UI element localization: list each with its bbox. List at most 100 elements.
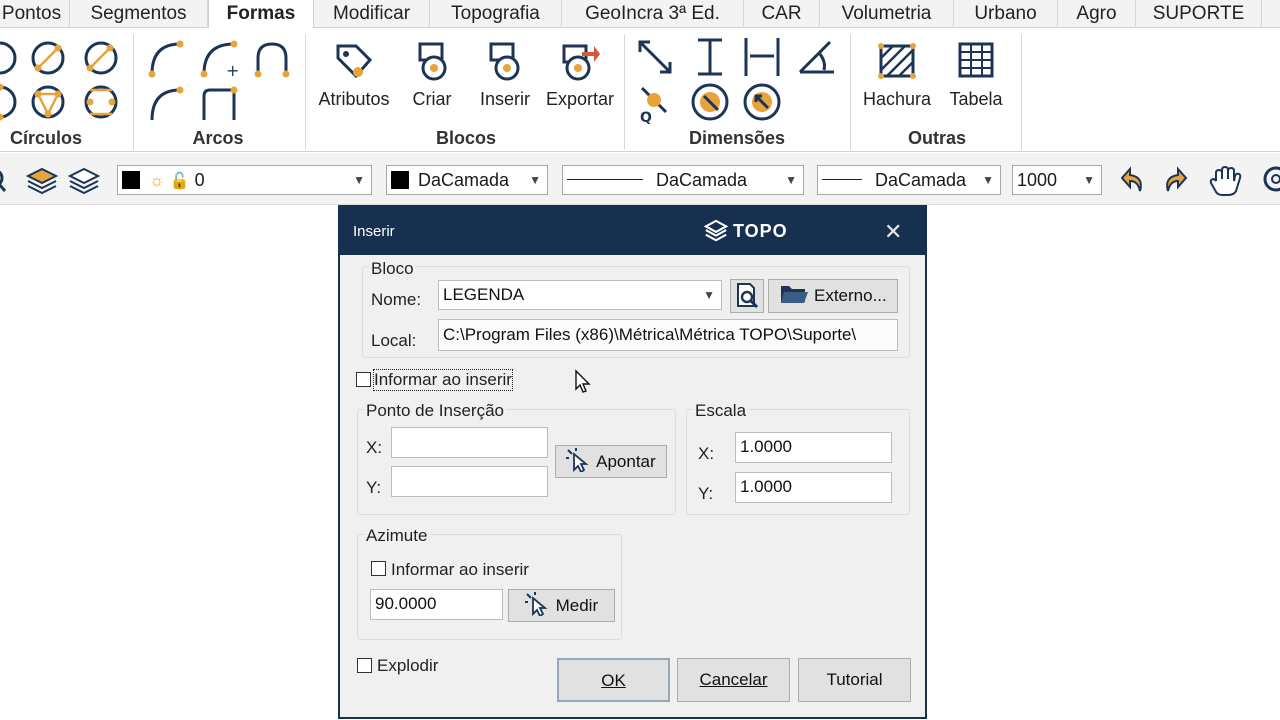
group-divider [624, 34, 625, 150]
escala-y-label: Y: [698, 484, 714, 503]
ok-button[interactable]: OK [557, 658, 670, 702]
nome-select[interactable]: LEGENDA ▼ [438, 280, 722, 310]
group-label-circulos: Círculos [9, 128, 83, 148]
tab-formas[interactable]: Formas [208, 0, 314, 29]
ponto-x-input[interactable] [391, 427, 548, 458]
tab-pontos[interactable]: Pontos [0, 0, 70, 28]
local-label: Local: [371, 331, 417, 350]
ponto-y-input[interactable] [391, 466, 548, 497]
pick-point-icon [524, 592, 548, 618]
azimute-informar-label[interactable]: Informar ao inserir [391, 560, 529, 580]
tab-agro[interactable]: Agro [1058, 0, 1136, 28]
pick-point-icon [566, 448, 589, 474]
block-export-icon [562, 44, 600, 81]
group-label-dimensoes: Dimensões [688, 128, 786, 148]
lock-icon: 🔓 [169, 173, 190, 190]
tabela-button[interactable]: Tabela [944, 40, 1008, 110]
properties-toolbar: ☼ 🔓 0 ▼ DaCamada ▼ DaCamada ▼ DaCamada ▼… [0, 153, 1280, 205]
close-icon[interactable]: ✕ [884, 219, 902, 245]
dialog-brand: TOPO [733, 221, 788, 241]
atributos-button[interactable]: Atributos [314, 40, 394, 110]
group-divider [305, 34, 306, 150]
lineweight-select[interactable]: DaCamada ▼ [817, 165, 1001, 195]
undo-icon[interactable] [1118, 165, 1150, 197]
block-create-icon [418, 42, 447, 81]
layer-color-swatch [122, 171, 140, 189]
lineweight-value: DaCamada [875, 170, 967, 190]
hatch-icon [878, 43, 916, 79]
escala-x-input[interactable]: 1.0000 [735, 432, 892, 463]
apontar-button[interactable]: Apontar [555, 445, 667, 478]
dialog-title: Inserir [353, 223, 395, 240]
azimute-informar-checkbox[interactable] [371, 561, 386, 576]
cancelar-label: Cancelar [699, 670, 768, 689]
hachura-button[interactable]: Hachura [860, 40, 934, 110]
scale-select[interactable]: 1000 ▼ [1012, 165, 1102, 195]
medir-button[interactable]: Medir [508, 589, 615, 622]
arc-tools-icon[interactable]: + [146, 38, 292, 128]
medir-label: Medir [555, 596, 599, 615]
escala-x-value: 1.0000 [740, 437, 792, 456]
criar-button[interactable]: Criar [402, 40, 462, 110]
tab-modificar[interactable]: Modificar [314, 0, 430, 28]
pan-hand-icon[interactable] [1208, 165, 1244, 197]
tab-segmentos[interactable]: Segmentos [70, 0, 208, 28]
linetype-select[interactable]: DaCamada ▼ [562, 165, 804, 195]
azimute-input[interactable]: 90.0000 [370, 589, 503, 620]
informar-inserir-checkbox[interactable] [356, 372, 371, 387]
tab-volumetria[interactable]: Volumetria [820, 0, 954, 28]
tabela-label: Tabela [949, 89, 1003, 109]
tutorial-button[interactable]: Tutorial [798, 658, 911, 702]
dimension-tools-icon[interactable]: Q [634, 36, 840, 124]
tab-geoincra[interactable]: GeoIncra 3ª Ed. [562, 0, 744, 28]
orbit-icon[interactable] [1262, 165, 1280, 197]
criar-label: Criar [412, 89, 452, 109]
group-label-blocos: Blocos [435, 128, 496, 148]
inserir-button[interactable]: Inserir [472, 40, 538, 110]
inserir-label: Inserir [479, 89, 530, 109]
local-path-field[interactable]: C:\Program Files (x86)\Métrica\Métrica T… [438, 319, 898, 351]
color-select[interactable]: DaCamada ▼ [386, 165, 548, 195]
circle-tools-icon[interactable] [0, 38, 120, 128]
escala-y-input[interactable]: 1.0000 [735, 472, 892, 503]
color-swatch [391, 171, 409, 189]
group-label-arcos: Arcos [192, 128, 244, 148]
chevron-down-icon: ▼ [529, 173, 541, 187]
layers-icon[interactable] [26, 165, 58, 197]
atributos-label: Atributos [318, 89, 390, 109]
explodir-label[interactable]: Explodir [377, 656, 438, 676]
tab-topografia[interactable]: Topografia [430, 0, 562, 28]
color-value: DaCamada [418, 170, 510, 190]
tab-car[interactable]: CAR [744, 0, 820, 28]
tag-icon [336, 44, 373, 79]
bloco-legend: Bloco [369, 259, 416, 279]
ok-label: OK [601, 671, 626, 690]
zoom-icon[interactable] [0, 165, 8, 195]
exportar-button[interactable]: Exportar [542, 40, 618, 110]
externo-button[interactable]: Externo... [768, 279, 898, 313]
informar-inserir-label[interactable]: Informar ao inserir [373, 369, 513, 391]
browse-block-button[interactable] [730, 279, 764, 313]
layer-states-icon[interactable] [68, 165, 100, 197]
tab-urbano[interactable]: Urbano [954, 0, 1058, 28]
cancelar-button[interactable]: Cancelar [677, 658, 790, 702]
lineweight-sample [822, 179, 862, 180]
chevron-down-icon: ▼ [785, 173, 797, 187]
sun-icon: ☼ [149, 171, 165, 190]
inserir-dialog: Inserir TOPO ✕ Bloco Nome: LEGENDA ▼ Ext… [339, 206, 926, 718]
ribbon-panel: Círculos + Arcos Atributos Criar Inserir… [0, 28, 1280, 152]
ribbon-tabbar: Pontos Segmentos Formas Modificar Topogr… [0, 0, 1280, 29]
dialog-titlebar[interactable]: Inserir TOPO ✕ [340, 207, 925, 255]
redo-icon[interactable] [1158, 165, 1190, 197]
explodir-checkbox[interactable] [357, 658, 372, 673]
hachura-label: Hachura [862, 89, 932, 109]
group-divider [850, 34, 851, 150]
chevron-down-icon: ▼ [1083, 173, 1095, 187]
group-divider [1021, 34, 1022, 150]
layer-select[interactable]: ☼ 🔓 0 ▼ [117, 165, 372, 195]
externo-label: Externo... [813, 286, 887, 305]
tutorial-label: Tutorial [826, 670, 883, 689]
table-icon [958, 42, 994, 78]
azimute-legend: Azimute [364, 526, 430, 546]
tab-suporte[interactable]: SUPORTE [1136, 0, 1262, 28]
